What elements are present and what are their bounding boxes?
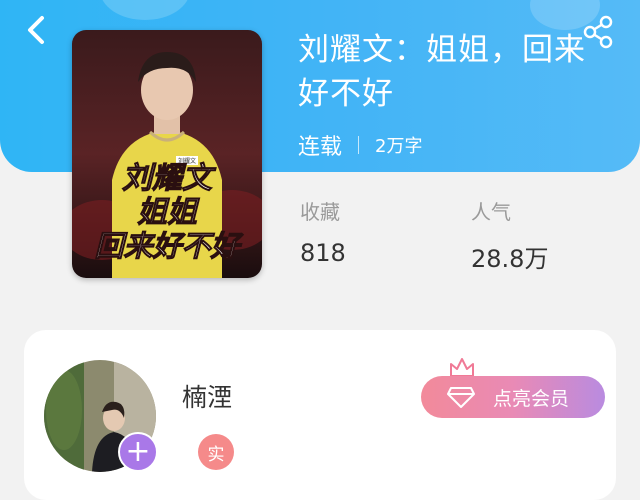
diamond-icon (447, 387, 475, 408)
popularity-value: 28.8万 (471, 245, 549, 273)
author-name: 楠湮 (182, 383, 233, 412)
collect-label: 收藏 (300, 200, 340, 224)
book-cover[interactable]: 刘耀文 刘耀文 姐姐 回来好不好 (72, 30, 262, 278)
book-meta: 连载 2万字 (298, 128, 422, 162)
cover-title-line-2: 姐姐 (137, 195, 200, 230)
cover-title-line-1: 刘耀文 (122, 161, 217, 196)
meta-divider (358, 136, 360, 154)
vip-membership-button[interactable]: 点亮会员 (421, 376, 605, 418)
word-count: 2万字 (375, 136, 423, 157)
verified-badge: 实 (198, 434, 234, 470)
follow-button[interactable]: + (118, 432, 158, 472)
collect-value: 818 (300, 239, 346, 267)
vip-button-label: 点亮会员 (493, 387, 570, 410)
chevron-left-icon (28, 16, 44, 44)
serial-status: 连载 (298, 135, 343, 160)
plus-icon: + (125, 434, 151, 469)
back-button[interactable] (18, 10, 58, 50)
decor-bubble (100, 0, 190, 20)
collect-stat: 收藏 818 (300, 196, 346, 267)
book-title: 刘耀文：姐姐，回来好不好 (298, 32, 586, 112)
crown-icon (450, 358, 474, 377)
popularity-label: 人气 (471, 200, 511, 224)
book-cover-image: 刘耀文 刘耀文 姐姐 回来好不好 (72, 30, 262, 278)
cover-title-line-3: 回来好不好 (94, 229, 243, 263)
popularity-stat: 人气 28.8万 (471, 196, 548, 274)
